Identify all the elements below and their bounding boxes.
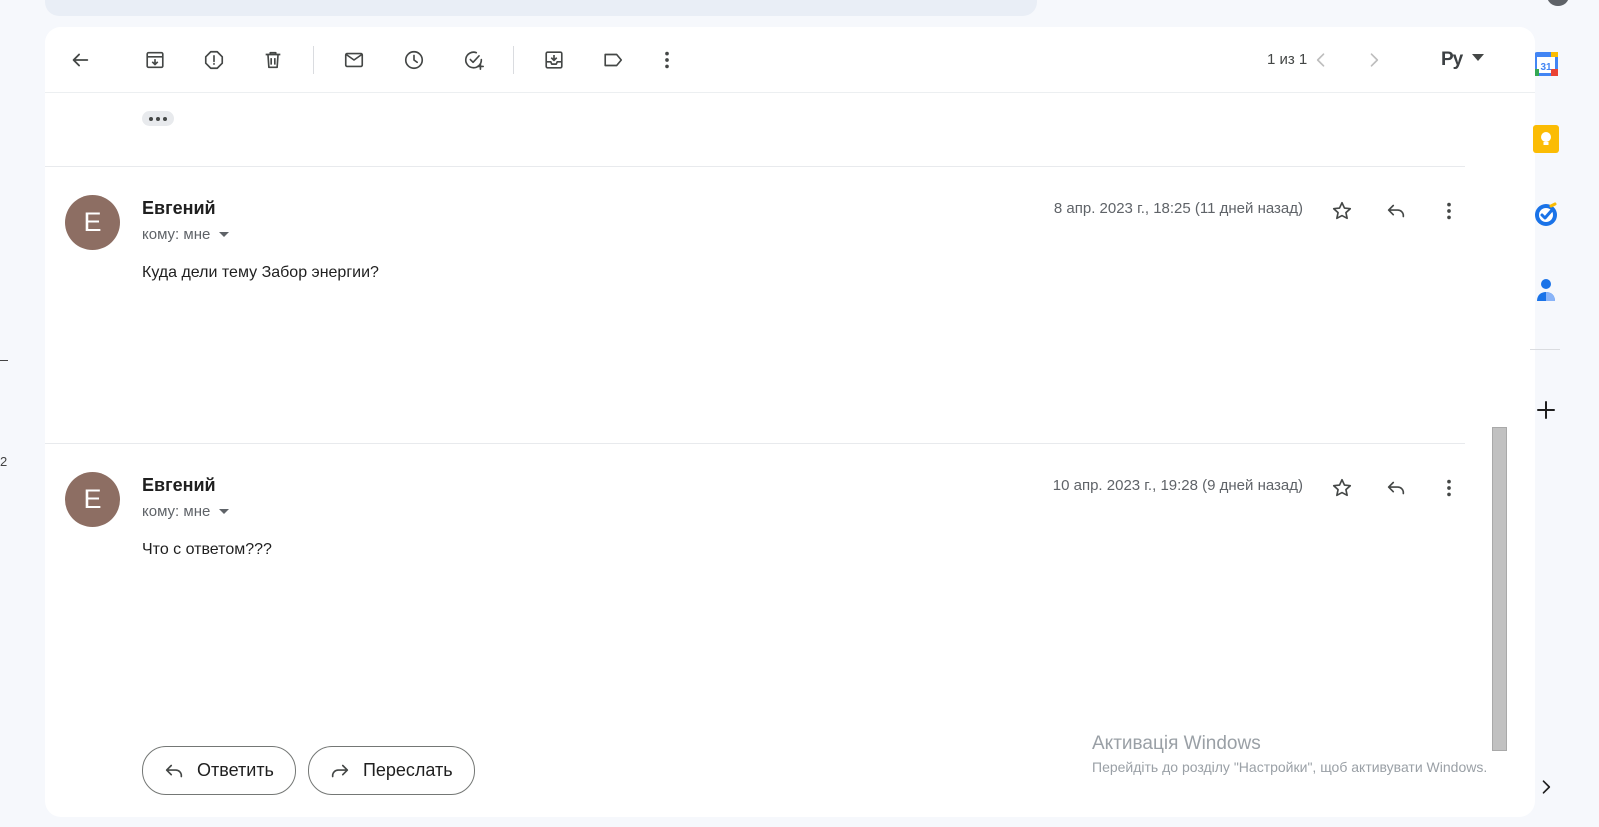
more-vert-icon	[1447, 202, 1451, 220]
toolbar-divider	[313, 46, 314, 74]
more-options-button[interactable]	[650, 43, 684, 77]
dot-icon	[163, 116, 167, 121]
forward-icon	[331, 764, 349, 777]
calendar-app-button[interactable]: 31	[1532, 50, 1560, 78]
dot-icon	[149, 116, 153, 121]
reply-icon	[165, 764, 183, 777]
labels-button[interactable]	[596, 43, 630, 77]
reply-icon	[1387, 481, 1405, 495]
arrow-back-icon	[72, 53, 89, 67]
message-body: Куда дели тему Забор энергии?	[142, 264, 379, 281]
mark-unread-button[interactable]	[337, 43, 371, 77]
back-button[interactable]	[63, 43, 97, 77]
delete-button[interactable]	[256, 43, 290, 77]
dot-icon	[156, 116, 160, 121]
star-icon	[1332, 478, 1352, 497]
message-view: 1 из 1 Ру Е Евгений кому: мне 8 апр. 202…	[45, 27, 1535, 817]
caret-down-icon	[219, 509, 230, 514]
archive-button[interactable]	[138, 43, 172, 77]
sender-name[interactable]: Евгений	[142, 198, 216, 219]
move-to-button[interactable]	[537, 43, 571, 77]
forward-button[interactable]: Переслать	[307, 746, 475, 795]
message: Е Евгений кому: мне 10 апр. 2023 г., 19:…	[45, 444, 1485, 734]
keep-app-button[interactable]	[1532, 125, 1560, 153]
search-bar-edge[interactable]	[45, 0, 1037, 16]
contacts-app-button[interactable]	[1532, 276, 1560, 304]
newer-button[interactable]	[1304, 43, 1338, 77]
pager-text: 1 из 1	[1267, 51, 1308, 68]
recipients-label: кому: мне	[142, 503, 211, 520]
recipients-label: кому: мне	[142, 226, 211, 243]
scrollbar-thumb[interactable]	[1492, 427, 1507, 751]
chevron-right-icon	[1542, 780, 1551, 794]
snooze-button[interactable]	[397, 43, 431, 77]
keep-icon	[1533, 125, 1559, 153]
mail-icon	[344, 52, 364, 68]
star-button[interactable]	[1325, 194, 1359, 228]
message-body: Что с ответом???	[142, 541, 272, 558]
chevron-left-icon	[1316, 53, 1325, 67]
plus-icon	[1537, 401, 1555, 419]
left-nav-count: 2	[0, 454, 8, 469]
caret-down-icon	[219, 232, 230, 237]
clock-icon	[404, 50, 424, 70]
toolbar: 1 из 1 Ру	[45, 27, 1535, 93]
report-spam-icon	[204, 50, 224, 70]
show-trimmed-content-button[interactable]	[142, 111, 174, 126]
get-addons-button[interactable]	[1532, 396, 1560, 424]
forward-label: Переслать	[362, 760, 453, 780]
add-to-tasks-button[interactable]	[457, 43, 491, 77]
message-more-button[interactable]	[1432, 194, 1466, 228]
report-spam-button[interactable]	[197, 43, 231, 77]
side-panel-divider	[1530, 349, 1560, 350]
chevron-right-icon	[1370, 53, 1379, 67]
star-button[interactable]	[1325, 471, 1359, 505]
message: Е Евгений кому: мне 8 апр. 2023 г., 18:2…	[45, 167, 1485, 443]
move-to-inbox-icon	[545, 51, 563, 69]
left-nav-edge-mark	[0, 360, 8, 361]
message-more-button[interactable]	[1432, 471, 1466, 505]
reply-all-button[interactable]: Ответить	[142, 746, 296, 795]
reply-label: Ответить	[197, 760, 274, 780]
reply-icon	[1387, 204, 1405, 218]
toolbar-divider	[513, 46, 514, 74]
sender-avatar[interactable]: Е	[65, 472, 120, 527]
trash-icon	[265, 51, 281, 69]
account-avatar[interactable]	[1547, 0, 1569, 6]
hide-side-panel-button[interactable]	[1532, 773, 1560, 801]
language-label: Ру	[1441, 49, 1463, 70]
archive-icon	[146, 51, 164, 69]
sender-avatar[interactable]: Е	[65, 195, 120, 250]
tasks-icon	[1535, 202, 1557, 226]
contacts-icon	[1537, 279, 1555, 301]
calendar-day: 31	[1540, 62, 1552, 73]
recipients-toggle[interactable]: кому: мне	[142, 226, 230, 243]
tasks-app-button[interactable]	[1532, 201, 1560, 229]
add-task-icon	[464, 51, 484, 70]
message-date[interactable]: 8 апр. 2023 г., 18:25 (11 дней назад)	[1054, 200, 1303, 217]
reply-actions: Ответить Переслать	[142, 746, 475, 795]
side-panel: 31	[1521, 40, 1569, 827]
input-tools-language[interactable]: Ру	[1441, 47, 1485, 73]
more-vert-icon	[665, 51, 669, 69]
older-button[interactable]	[1357, 43, 1391, 77]
reply-button[interactable]	[1379, 471, 1413, 505]
calendar-icon: 31	[1534, 52, 1558, 76]
recipients-toggle[interactable]: кому: мне	[142, 503, 230, 520]
star-icon	[1332, 201, 1352, 220]
message-date[interactable]: 10 апр. 2023 г., 19:28 (9 дней назад)	[1053, 477, 1303, 494]
sender-name[interactable]: Евгений	[142, 475, 216, 496]
caret-down-icon	[1472, 53, 1485, 61]
reply-button[interactable]	[1379, 194, 1413, 228]
label-icon	[604, 53, 623, 67]
more-vert-icon	[1447, 479, 1451, 497]
